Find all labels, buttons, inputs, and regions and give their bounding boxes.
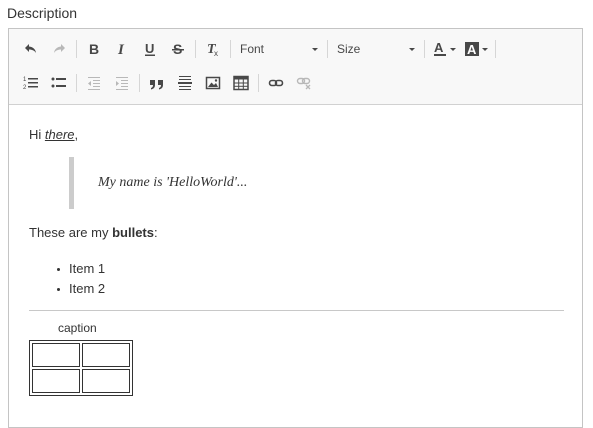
bulleted-list-icon [51,77,66,88]
bullets-intro-punctuation: : [154,225,158,240]
remove-format-icon: Tx [207,42,218,57]
toolbar-separator [195,40,196,58]
rich-text-editor: B I U S Tx Font Size [8,28,583,428]
table-cell[interactable] [32,369,80,393]
toolbar-separator [424,40,425,58]
unlink-button[interactable] [290,71,318,95]
redo-icon [54,44,65,53]
greeting-emphasis: there [44,127,75,142]
toolbar-separator [76,40,77,58]
horizontal-line-button[interactable] [171,71,199,95]
font-family-label: Font [240,42,265,56]
table-icon [233,75,249,91]
greeting-paragraph: Hi there, [29,127,78,142]
bullets-intro-paragraph: These are my bullets: [29,225,158,240]
greeting-text: Hi [29,127,45,142]
toolbar-row-1: B I U S Tx Font Size [17,35,499,63]
strikethrough-button[interactable]: S [164,37,192,61]
greeting-punctuation: , [74,127,79,142]
italic-icon: I [117,42,125,57]
undo-icon [25,44,36,53]
chevron-down-icon [481,47,488,51]
bullet-dot-icon [57,287,60,291]
svg-text:1: 1 [23,77,27,83]
background-color-icon: A [464,42,479,57]
underline-icon: U [145,41,155,56]
background-color-button[interactable]: A [460,37,492,61]
table-cell[interactable] [82,343,130,367]
horizontal-rule [29,310,564,311]
decrease-indent-button[interactable] [80,71,108,95]
toolbar-separator [327,40,328,58]
svg-text:I: I [117,42,125,57]
list-item: Item 1 [57,259,105,279]
chevron-down-icon [312,47,318,51]
italic-button[interactable]: I [108,37,136,61]
text-color-button[interactable]: A [428,37,460,61]
link-icon [268,79,284,87]
toolbar-separator [230,40,231,58]
increase-indent-button[interactable] [108,71,136,95]
insert-image-button[interactable] [199,71,227,95]
underline-button[interactable]: U [136,37,164,61]
font-family-dropdown[interactable]: Font [234,37,324,61]
unlink-icon [296,77,311,90]
font-size-label: Size [337,42,361,56]
increase-indent-icon [116,77,128,90]
remove-format-button[interactable]: Tx [199,37,227,61]
toolbar-separator [258,74,259,92]
insert-table-button[interactable] [227,71,255,95]
toolbar-separator [139,74,140,92]
blockquote-button[interactable] [143,71,171,95]
editor-content-area[interactable]: Hi there, My name is 'HelloWorld'... The… [9,105,582,427]
svg-text:A: A [434,41,444,55]
table-cell[interactable] [32,343,80,367]
table-cell[interactable] [82,369,130,393]
bulleted-list-button[interactable] [45,71,73,95]
toolbar-separator [76,74,77,92]
description-label: Description [7,5,78,21]
redo-button[interactable] [45,37,73,61]
bold-icon: B [89,41,99,57]
insert-link-button[interactable] [262,71,290,95]
decrease-indent-icon [88,77,100,90]
content-table [29,340,133,396]
svg-text:U: U [145,41,154,56]
numbered-list-icon: 12 [23,77,38,91]
toolbar-row-2: 12 [17,69,318,97]
list-item-text: Item 1 [69,261,106,276]
svg-text:x: x [214,49,218,57]
text-color-icon: A [433,41,446,56]
quote-icon [150,80,163,90]
bullets-intro-bold: bullets [112,225,154,240]
bullet-dot-icon [57,267,60,271]
horizontal-line-icon [178,76,192,90]
blockquote-text: My name is 'HelloWorld'... [98,175,248,190]
undo-button[interactable] [17,37,45,61]
bullets-intro-text: These are my [29,225,113,240]
toolbar-separator [495,40,496,58]
font-size-dropdown[interactable]: Size [331,37,421,61]
bullet-list: Item 1 Item 2 [57,259,105,299]
list-item: Item 2 [57,279,105,299]
svg-text:2: 2 [23,85,27,91]
list-item-text: Item 2 [69,281,106,296]
table-row [32,343,130,367]
svg-text:A: A [467,42,477,57]
table-caption: caption [58,321,97,335]
numbered-list-button[interactable]: 12 [17,71,45,95]
blockquote: My name is 'HelloWorld'... [69,157,269,209]
svg-text:B: B [89,41,99,57]
table-row [32,369,130,393]
image-icon [205,76,221,90]
strikethrough-icon: S [172,41,184,57]
bold-button[interactable]: B [80,37,108,61]
editor-toolbar: B I U S Tx Font Size [9,29,582,105]
chevron-down-icon [449,47,456,51]
chevron-down-icon [409,47,415,51]
